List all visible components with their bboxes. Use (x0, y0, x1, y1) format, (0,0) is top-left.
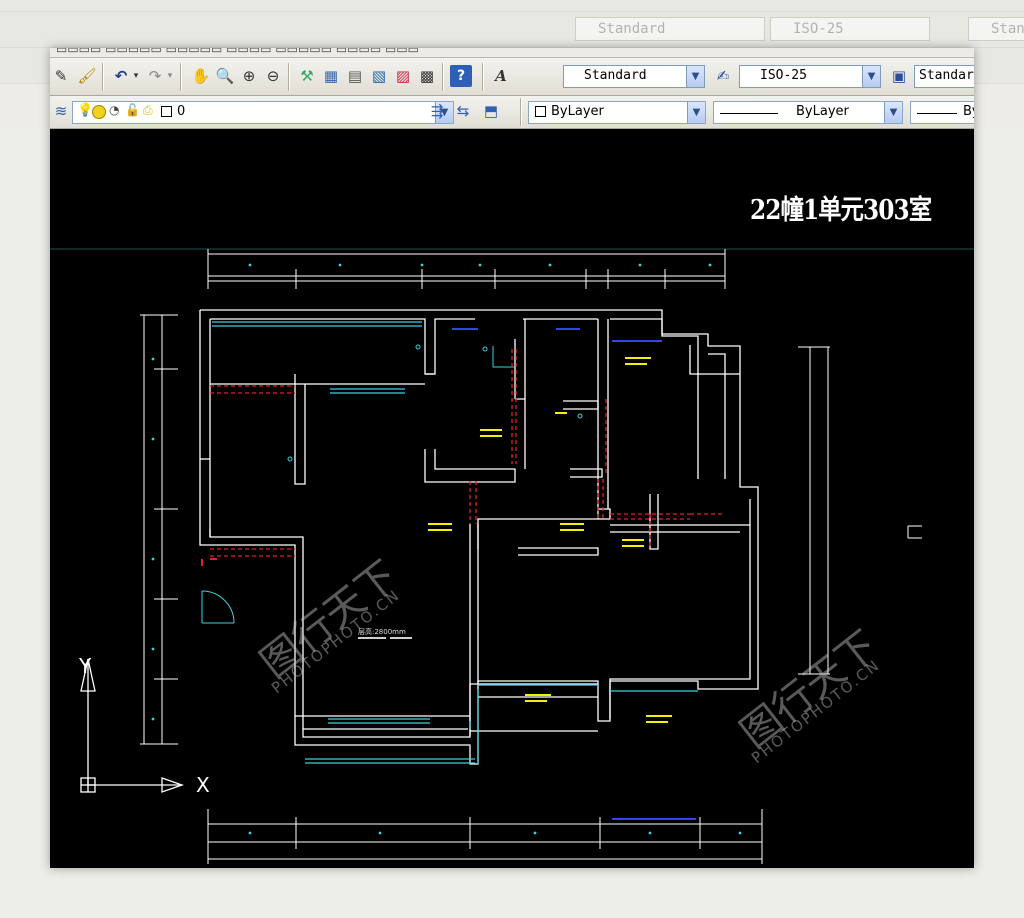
menu-bar: ▭▭▭▭ ▭▭▭▭▭ ▭▭▭▭▭ ▭▭▭▭ ▭▭▭▭▭ ▭▭▭▭ ▭▭▭ (50, 48, 974, 58)
linetype-preview-line (720, 113, 778, 114)
calculator-icon[interactable]: ▩ (416, 65, 438, 87)
ghost-table-style-combo: Standard (968, 17, 1024, 41)
bottom-dimension-ticks (248, 831, 742, 835)
dim-style-value: ISO-25 (760, 68, 807, 83)
menu-item-strip[interactable]: ▭▭▭▭ ▭▭▭▭▭ ▭▭▭▭▭ ▭▭▭▭ ▭▭▭▭▭ ▭▭▭▭ ▭▭▭ (56, 48, 419, 56)
dim-style-icon[interactable]: ✍ (712, 65, 734, 87)
ghost-menu-bar (0, 0, 1024, 12)
layer-states-icon[interactable]: ⬒ (480, 100, 502, 122)
match-properties-icon[interactable]: 🖌 (76, 65, 98, 87)
lineweight-preview-line (917, 113, 957, 114)
layer-freeze-icon[interactable] (92, 105, 106, 119)
sheet-set-icon[interactable]: ▧ (368, 65, 390, 87)
layer-plot-icon[interactable]: ⎙ (143, 103, 153, 118)
table-style-value: Standard (919, 68, 974, 83)
standard-toolbar: ✎ 🖌 ↶ ▾ ↷ ▾ ✋ 🔍 ⊕ ⊖ ⚒ ▦ ▤ ▧ ▨ ▩ ? A Stan… (50, 58, 974, 96)
zoom-realtime-icon[interactable]: 🔍 (214, 65, 236, 87)
tool-palettes-icon[interactable]: ▤ (344, 65, 366, 87)
yellow-annotations (428, 357, 672, 723)
redo-icon[interactable]: ↷ (144, 65, 166, 87)
layer-manager-icon[interactable]: ≋ (50, 100, 72, 122)
chevron-down-icon[interactable]: ▼ (862, 66, 880, 87)
drawing-canvas[interactable]: Y X 层高:2800mm 图行天下 PHOTOPHOTO.CN 图行天下 PH… (50, 129, 974, 868)
ghost-standard-toolbar: Standard ISO-25 Standard (0, 12, 1024, 48)
chevron-down-icon[interactable]: ▼ (884, 102, 902, 123)
text-style-combo[interactable]: Standard ▼ (563, 65, 705, 88)
help-icon[interactable]: ? (450, 65, 472, 87)
ghost-dim-style-combo: ISO-25 (770, 17, 930, 41)
properties-icon[interactable]: ⚒ (296, 65, 318, 87)
zoom-previous-icon[interactable]: ⊖ (262, 65, 284, 87)
windows (212, 321, 698, 764)
pan-realtime-icon[interactable]: ✋ (190, 65, 212, 87)
table-style-combo[interactable]: Standard (914, 65, 974, 88)
toolbar-separator (180, 63, 182, 91)
current-layer-name: 0 (177, 104, 186, 119)
window-glass-blue (452, 328, 696, 820)
layer-on-icon[interactable]: 💡 (77, 103, 93, 118)
top-dimension-chain (207, 249, 726, 289)
layers-toolbar: ≋ 💡 ◔ 🔓 ⎙ 0 ▼ ⇶ ⇆ ⬒ ByLayer ▼ ByLayer ▼ … (50, 96, 974, 129)
color-swatch (535, 106, 546, 117)
toolbar-separator (442, 63, 444, 91)
autocad-window: ▭▭▭▭ ▭▭▭▭▭ ▭▭▭▭▭ ▭▭▭▭ ▭▭▭▭▭ ▭▭▭▭ ▭▭▭ ✎ 🖌… (50, 48, 974, 868)
bottom-dimension-chain (207, 809, 763, 864)
linetype-value: ByLayer (796, 104, 849, 119)
drawing-title: 22幢1单元303室 (750, 195, 932, 226)
pencil-icon[interactable]: ✎ (50, 65, 72, 87)
text-style-value: Standard (584, 68, 647, 83)
lineweight-value: By (963, 104, 974, 119)
layer-lock-icon[interactable]: 🔓 (125, 103, 140, 117)
door-red-marks (201, 558, 217, 566)
ucs-y-label: Y (79, 654, 92, 678)
toolbar-grip[interactable] (520, 98, 522, 126)
zoom-window-icon[interactable]: ⊕ (238, 65, 260, 87)
toolbar-separator (288, 63, 290, 91)
toolbar-grip[interactable] (482, 63, 484, 91)
left-dimension-chain (140, 314, 178, 745)
text-style-icon[interactable]: A (490, 65, 512, 87)
linetype-combo[interactable]: ByLayer ▼ (713, 101, 903, 124)
lineweight-combo[interactable]: By (910, 101, 974, 124)
undo-dropdown-icon[interactable]: ▾ (130, 65, 142, 87)
dim-style-combo[interactable]: ISO-25 ▼ (739, 65, 881, 88)
layer-combo[interactable]: 💡 ◔ 🔓 ⎙ 0 ▼ (72, 101, 454, 124)
layer-viewport-freeze-icon[interactable]: ◔ (109, 103, 119, 117)
right-dimension-chain (798, 346, 830, 675)
design-center-icon[interactable]: ▦ (320, 65, 342, 87)
layer-previous-icon[interactable]: ⇆ (452, 100, 474, 122)
floor-plan-drawing (50, 248, 974, 864)
right-side-marker (907, 525, 922, 539)
ucs-x-label: X (196, 773, 210, 797)
redo-dropdown-icon[interactable]: ▾ (164, 65, 176, 87)
table-style-icon[interactable]: ▣ (888, 65, 910, 87)
walls (199, 309, 759, 765)
make-object-layer-current-icon[interactable]: ⇶ (426, 100, 448, 122)
ghost-text-style-combo: Standard (575, 17, 765, 41)
color-combo[interactable]: ByLayer ▼ (528, 101, 706, 124)
undo-icon[interactable]: ↶ (110, 65, 132, 87)
chevron-down-icon[interactable]: ▼ (686, 66, 704, 87)
top-dimension-ticks (248, 263, 712, 267)
white-room-text (358, 637, 412, 639)
markup-icon[interactable]: ▨ (392, 65, 414, 87)
layer-color-swatch (161, 106, 172, 117)
left-dimension-ticks (151, 357, 155, 721)
toolbar-separator (102, 63, 104, 91)
color-value: ByLayer (551, 104, 604, 119)
chevron-down-icon[interactable]: ▼ (687, 102, 705, 123)
